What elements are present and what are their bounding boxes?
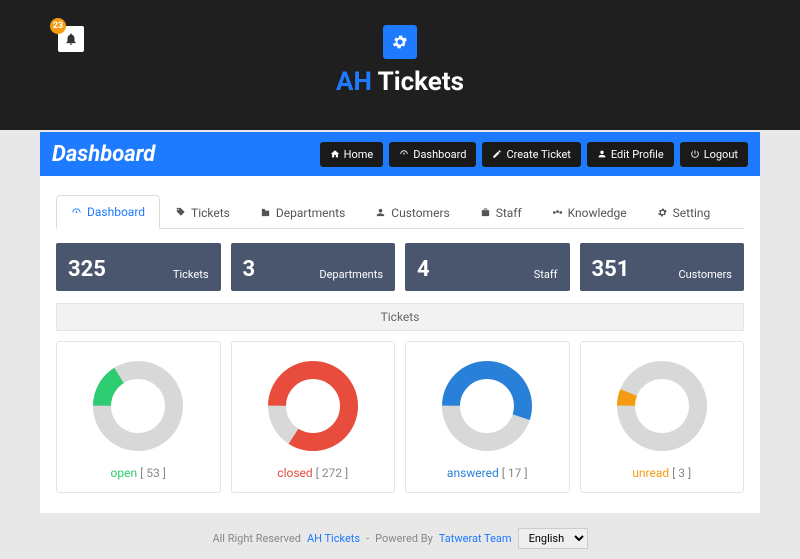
power-icon	[690, 149, 700, 159]
stat-customers-label: Customers	[678, 268, 732, 281]
donut-answered-value: [ 17 ]	[502, 466, 528, 480]
stat-tickets-label: Tickets	[173, 268, 209, 281]
edit-icon	[492, 149, 502, 159]
tab-staff[interactable]: Staff	[465, 195, 537, 229]
brand: AH Tickets	[336, 25, 464, 97]
gear-icon	[657, 207, 668, 218]
footer-link-ahtickets[interactable]: AH Tickets	[307, 532, 360, 545]
stat-staff-value: 4	[417, 259, 430, 281]
tab-customers-label: Customers	[391, 206, 449, 220]
bell-icon	[64, 32, 78, 46]
nav-create-label: Create Ticket	[506, 148, 570, 161]
home-icon	[330, 149, 340, 159]
nav-dashboard-button[interactable]: Dashboard	[389, 142, 476, 167]
nav-logout-label: Logout	[704, 148, 738, 161]
dashboard-icon	[399, 149, 409, 159]
stat-departments: 3 Departments	[231, 243, 396, 291]
tickets-header: Tickets	[56, 303, 744, 331]
users-icon	[375, 207, 386, 218]
brand-ah: AH	[336, 67, 372, 97]
stat-customers-value: 351	[592, 259, 630, 281]
nav-logout-button[interactable]: Logout	[680, 142, 748, 167]
stat-tickets-value: 325	[68, 259, 106, 281]
nav-home-label: Home	[344, 148, 374, 161]
user-icon	[597, 149, 607, 159]
donut-unread-label: unread	[632, 466, 669, 480]
donut-closed-chart	[263, 356, 363, 456]
tab-tickets-label: Tickets	[191, 206, 230, 220]
stat-staff: 4 Staff	[405, 243, 570, 291]
brand-name: Tickets	[372, 67, 464, 97]
donut-answered-chart	[437, 356, 537, 456]
footer: All Right Reserved AH Tickets - Powered …	[0, 528, 800, 549]
connected-icon	[552, 207, 563, 218]
nav-edit-label: Edit Profile	[611, 148, 664, 161]
stat-departments-value: 3	[243, 259, 256, 281]
nav-edit-profile-button[interactable]: Edit Profile	[587, 142, 674, 167]
donut-open-label: open	[111, 466, 138, 480]
tabs: Dashboard Tickets Departments Customers …	[56, 194, 744, 229]
nav-create-ticket-button[interactable]: Create Ticket	[482, 142, 580, 167]
notification-bell[interactable]: 23	[58, 26, 84, 52]
footer-link-tatwerat[interactable]: Tatwerat Team	[439, 532, 512, 545]
footer-powered: Powered By	[375, 532, 433, 545]
tab-tickets[interactable]: Tickets	[160, 195, 245, 229]
language-select[interactable]: English	[518, 528, 588, 549]
page-title: Dashboard	[52, 142, 320, 167]
nav-dashboard-label: Dashboard	[413, 148, 466, 161]
tab-departments[interactable]: Departments	[245, 195, 360, 229]
tab-setting[interactable]: Setting	[642, 195, 726, 229]
donut-unread-chart	[612, 356, 712, 456]
nav-home-button[interactable]: Home	[320, 142, 384, 167]
footer-sep: -	[366, 532, 369, 545]
stat-customers: 351 Customers	[580, 243, 745, 291]
donut-answered-label: answered	[447, 466, 499, 480]
tab-setting-label: Setting	[673, 206, 711, 220]
tab-staff-label: Staff	[496, 206, 522, 220]
donut-answered: answered [ 17 ]	[405, 341, 570, 493]
donut-unread: unread [ 3 ]	[580, 341, 745, 493]
donut-open-chart	[88, 356, 188, 456]
stat-departments-label: Departments	[319, 268, 383, 281]
donut-unread-value: [ 3 ]	[672, 466, 691, 480]
donut-open-value: [ 53 ]	[140, 466, 166, 480]
page-header: Dashboard Home Dashboard Create Ticket E…	[40, 132, 760, 176]
donut-open: open [ 53 ]	[56, 341, 221, 493]
folder-icon	[260, 207, 271, 218]
tab-knowledge[interactable]: Knowledge	[537, 195, 642, 229]
briefcase-icon	[480, 207, 491, 218]
stat-tickets: 325 Tickets	[56, 243, 221, 291]
donut-closed: closed [ 272 ]	[231, 341, 396, 493]
dashboard-icon	[71, 207, 82, 218]
tab-knowledge-label: Knowledge	[568, 206, 627, 220]
tab-dashboard-label: Dashboard	[87, 205, 145, 219]
donut-closed-value: [ 272 ]	[316, 466, 349, 480]
tab-customers[interactable]: Customers	[360, 195, 464, 229]
stat-staff-label: Staff	[534, 268, 558, 281]
notification-count-badge: 23	[50, 18, 66, 34]
footer-reserved: All Right Reserved	[212, 532, 301, 545]
tag-icon	[175, 207, 186, 218]
tab-dashboard[interactable]: Dashboard	[56, 195, 160, 229]
donut-closed-label: closed	[277, 466, 312, 480]
gear-icon	[383, 25, 417, 59]
tab-departments-label: Departments	[276, 206, 345, 220]
